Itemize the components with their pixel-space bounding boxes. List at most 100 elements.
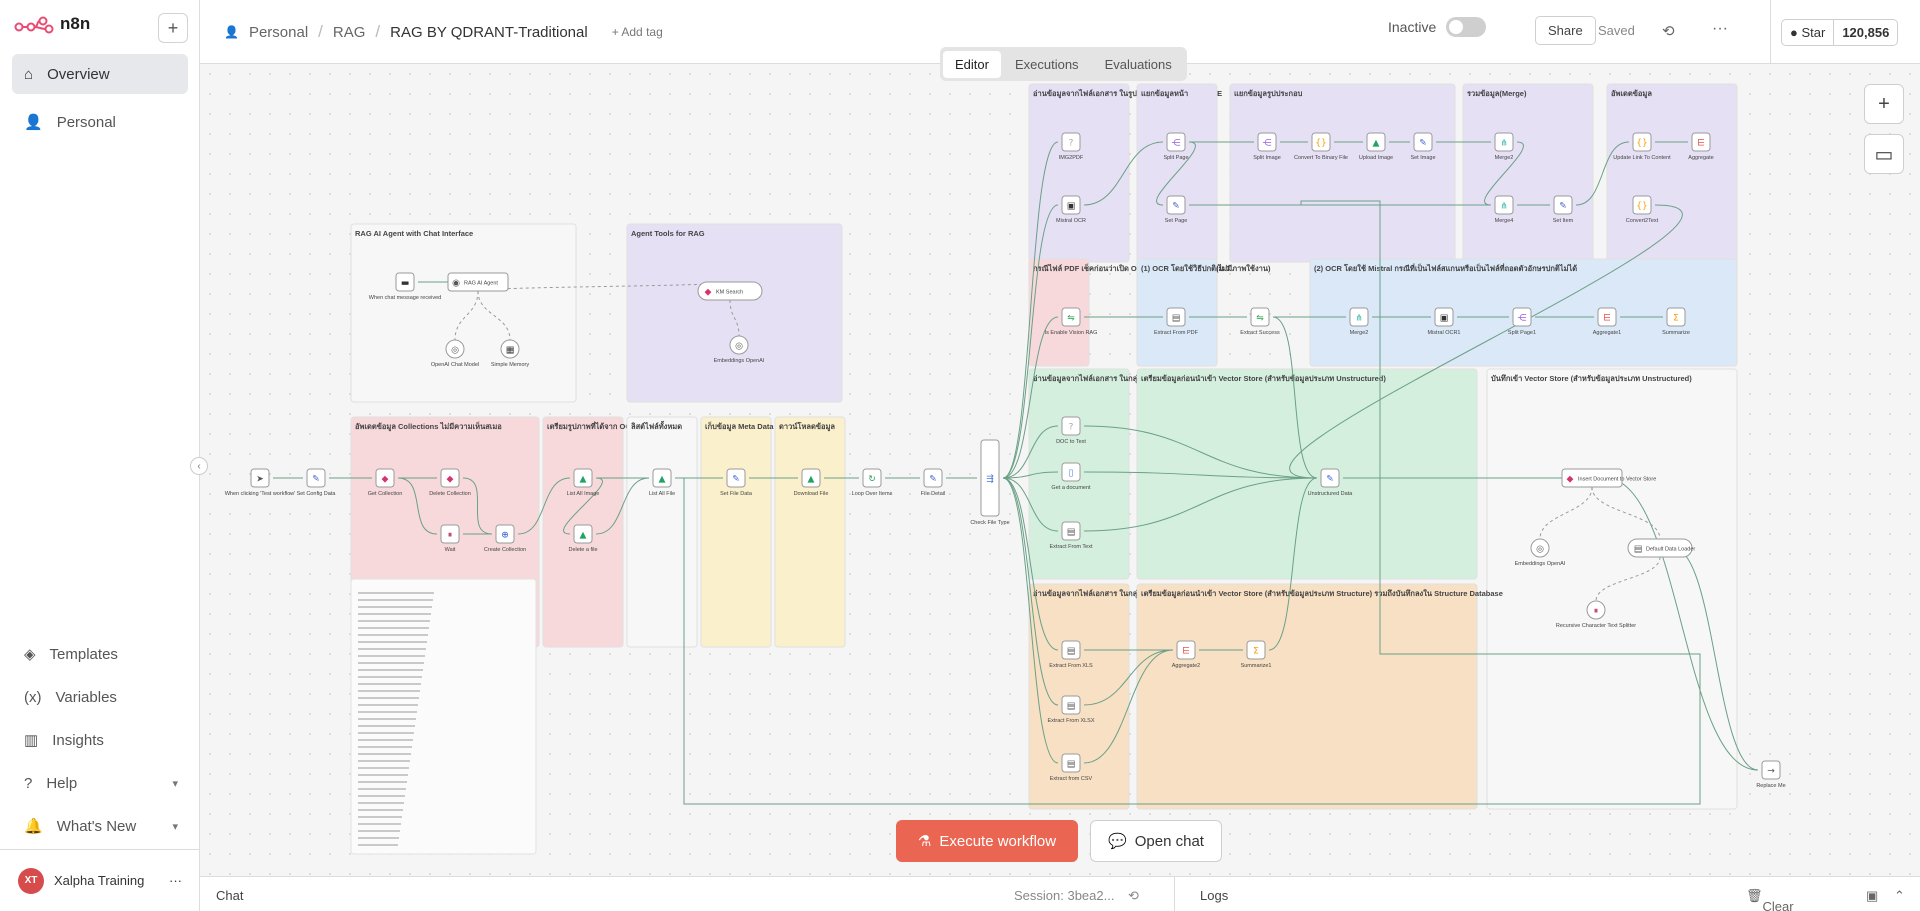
- nav-help[interactable]: ? Help ▾: [12, 765, 188, 801]
- active-toggle[interactable]: [1446, 17, 1487, 37]
- node-label: Extract From PDF: [1154, 330, 1199, 336]
- split-icon: ⋲: [1172, 139, 1181, 149]
- node-setitem[interactable]: ✎ Set Item: [1553, 195, 1574, 224]
- sticky-note[interactable]: ลิสต์ไฟล์ทั้งหมด: [626, 416, 698, 648]
- nav-templates[interactable]: ◈ Templates: [12, 636, 188, 672]
- pen-icon: ✎: [732, 475, 740, 485]
- chat-panel-label[interactable]: Chat: [216, 888, 243, 903]
- github-star: ● Star 120,856: [1770, 0, 1920, 64]
- add-node-button[interactable]: +: [1864, 84, 1904, 124]
- breadcrumb-personal[interactable]: Personal: [249, 24, 308, 41]
- sticky-note-title: Agent Tools for RAG: [631, 229, 705, 238]
- loop-icon: ↻: [868, 475, 876, 485]
- node-kbsearch[interactable]: ◆ KM Search: [697, 281, 763, 301]
- merge-icon: ⋔: [1355, 314, 1363, 324]
- documentation-text-line: [358, 683, 421, 685]
- nav-personal[interactable]: 👤 Personal: [12, 102, 188, 142]
- sticky-note[interactable]: รวมข้อมูล(Merge): [1462, 83, 1594, 263]
- workflow-name[interactable]: RAG BY QDRANT-Traditional: [390, 24, 588, 41]
- nav-whats-new[interactable]: 🔔 What's New ▾: [12, 808, 188, 844]
- node-listall[interactable]: ▲ List All File: [649, 468, 675, 497]
- sticky-note[interactable]: เก็บข้อมูล Meta Data: [700, 416, 774, 648]
- sticky-note[interactable]: Agent Tools for RAG: [626, 223, 843, 403]
- refresh-session-icon[interactable]: ⟲: [1128, 888, 1139, 904]
- node-label: Convert To Binary File: [1294, 155, 1348, 161]
- clear-execution-button[interactable]: 🗑 Clear execution: [1746, 888, 1794, 911]
- layers-icon: ◈: [24, 646, 36, 663]
- tab-evaluations[interactable]: Evaluations: [1093, 51, 1184, 78]
- node-replace[interactable]: → Replace Me: [1756, 760, 1786, 789]
- create-button[interactable]: +: [158, 13, 188, 43]
- node-label: Split Page: [1163, 155, 1188, 161]
- chevron-down-icon: ▾: [172, 820, 178, 833]
- node-setpage[interactable]: ✎ Set Page: [1165, 195, 1188, 224]
- open-chat-button[interactable]: 💬 Open chat: [1090, 820, 1222, 862]
- logo[interactable]: n8n: [14, 14, 90, 34]
- drive-icon: ▲: [580, 475, 587, 485]
- robot-icon: ◉: [452, 279, 460, 289]
- qdrant-icon: ◆: [705, 288, 712, 298]
- node-setimage[interactable]: ✎ Set Image: [1410, 132, 1436, 161]
- node-agent[interactable]: ◉ RAG AI Agent: [447, 272, 509, 292]
- github-star-button[interactable]: ● Star: [1782, 20, 1833, 45]
- node-filedetail[interactable]: ✎ File Detail: [921, 468, 945, 497]
- node-merge2[interactable]: ⋔ Merge2: [1494, 132, 1514, 161]
- workflow-graph: RAG AI Agent with Chat Interface Agent To…: [225, 83, 1786, 855]
- node-label: Extract From Text: [1050, 544, 1093, 550]
- node-loop[interactable]: ↻ Loop Over Items: [852, 468, 893, 497]
- node-checktype[interactable]: ⇶ Check File Type: [970, 439, 1010, 526]
- node-label: Extract From XLSX: [1047, 718, 1094, 724]
- more-options-icon[interactable]: ···: [1712, 20, 1728, 38]
- node-label: Merge4: [1495, 218, 1514, 224]
- node-extsuccess[interactable]: ⇋ Extract Success: [1240, 307, 1280, 336]
- node-img2pdf[interactable]: ? IMG2PDF: [1059, 132, 1084, 161]
- nav-variables[interactable]: (x) Variables: [12, 679, 188, 715]
- logs-panel-label[interactable]: Logs: [1200, 888, 1228, 903]
- node-label: Embeddings OpenAI: [1515, 561, 1566, 567]
- sticky-note[interactable]: ดาวน์โหลดข้อมูล: [774, 416, 846, 648]
- star-count[interactable]: 120,856: [1833, 19, 1897, 45]
- execute-workflow-button[interactable]: ⚗ Execute workflow: [896, 820, 1078, 862]
- sticky-note-title: (2) OCR โดยใช้ Mistral กรณีที่เป็นไฟล์สแ…: [1314, 262, 1577, 273]
- node-merge4[interactable]: ⋔ Merge4: [1494, 195, 1514, 224]
- node-merge2b[interactable]: ⋔ Merge2: [1349, 307, 1369, 336]
- node-label: Set File Data: [720, 491, 753, 497]
- tab-editor[interactable]: Editor: [943, 50, 1001, 78]
- sticky-note-title: แยกข้อมูลหน้า: [1141, 89, 1188, 99]
- nav-insights[interactable]: ▥ Insights: [12, 722, 188, 758]
- node-config[interactable]: ✎ Set Config Data: [297, 468, 337, 497]
- node-loader[interactable]: ▤ Default Data Loader: [1627, 538, 1695, 558]
- merge-icon: ⋔: [1500, 202, 1508, 212]
- documentation-text-line: [358, 725, 415, 727]
- sticky-note[interactable]: RAG AI Agent with Chat Interface: [350, 223, 577, 403]
- node-label: Set Page: [1165, 218, 1188, 224]
- panel-layout-icon[interactable]: ▣: [1866, 888, 1878, 904]
- tab-executions[interactable]: Executions: [1003, 51, 1091, 78]
- pen-icon: ✎: [1559, 202, 1567, 212]
- workflow-canvas[interactable]: RAG AI Agent with Chat Interface Agent To…: [200, 64, 1920, 876]
- node-label: Extract from CSV: [1050, 776, 1093, 782]
- nav-overview[interactable]: ⌂ Overview: [12, 54, 188, 94]
- more-icon[interactable]: ···: [169, 873, 182, 888]
- node-label: Get a document: [1051, 485, 1091, 491]
- share-button[interactable]: Share: [1535, 16, 1596, 45]
- history-icon[interactable]: ⟲: [1662, 22, 1675, 40]
- sticky-note[interactable]: เตรียมข้อมูลก่อนนำเข้า Vector Store (สำห…: [1136, 583, 1503, 810]
- sticky-note-button[interactable]: ▭: [1864, 134, 1904, 174]
- collapse-sidebar-button[interactable]: ‹: [190, 457, 208, 475]
- node-label: When chat message received: [369, 295, 441, 301]
- sticky-note-title: ดาวน์โหลดข้อมูล: [779, 421, 835, 432]
- add-tag-button[interactable]: + Add tag: [612, 25, 663, 39]
- node-aggregate[interactable]: ⋿ Aggregate: [1688, 132, 1714, 161]
- node-label: Merge2: [1350, 330, 1369, 336]
- user-menu[interactable]: XT Xalpha Training ···: [0, 849, 200, 911]
- documentation-text-line: [358, 795, 405, 797]
- node-splitpage[interactable]: ⋲ Split Page: [1163, 132, 1189, 161]
- sticky-note[interactable]: แยกข้อมูลรูปประกอบ: [1229, 83, 1456, 263]
- breadcrumb-folder[interactable]: RAG: [333, 24, 366, 41]
- node-trigger[interactable]: ➤ When clicking 'Test workflow': [225, 468, 296, 497]
- pen-icon: ✎: [1172, 202, 1180, 212]
- chevron-up-icon[interactable]: ⌃: [1894, 888, 1905, 904]
- sticky-note[interactable]: อัพเดตข้อมูล: [1606, 83, 1738, 263]
- pause-icon: ⏸: [1594, 607, 1599, 617]
